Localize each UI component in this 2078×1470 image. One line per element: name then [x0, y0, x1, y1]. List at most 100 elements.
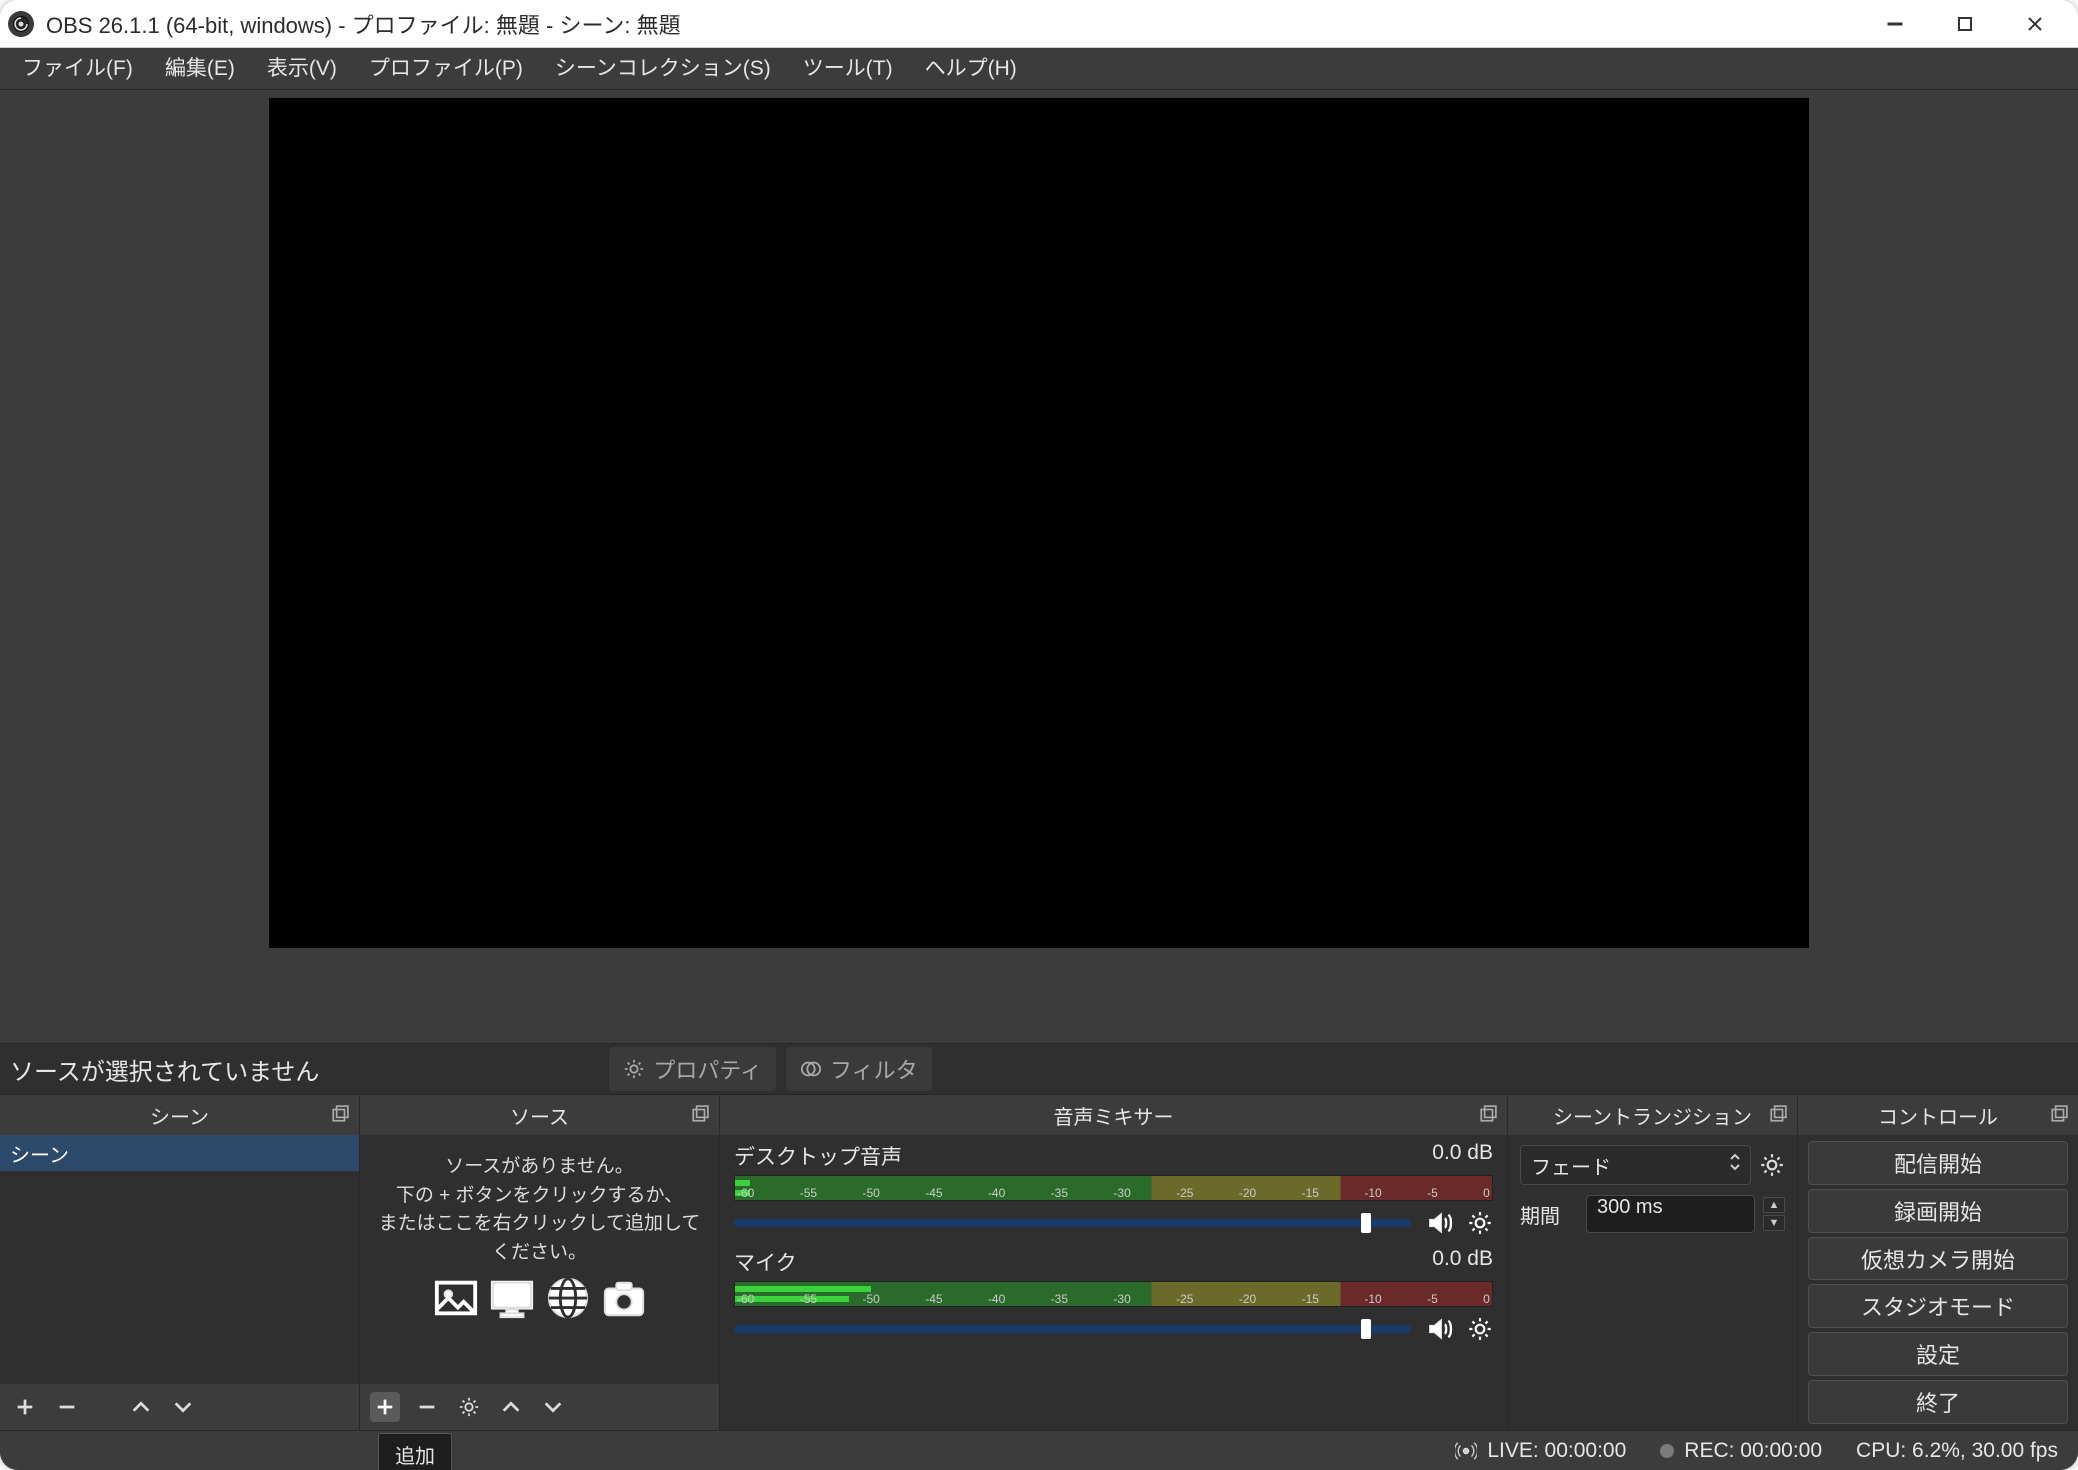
volume-slider[interactable] [734, 1219, 1411, 1227]
meter-tick: -35 [1051, 1292, 1068, 1306]
status-rec: REC: 00:00:00 [1660, 1439, 1822, 1463]
chevron-up-icon[interactable]: ▲ [1763, 1197, 1785, 1213]
meter-tick: -60 [737, 1186, 754, 1200]
add-scene-button[interactable] [10, 1392, 40, 1422]
move-scene-up-button[interactable] [126, 1392, 156, 1422]
meter-tick: -10 [1364, 1186, 1381, 1200]
meter-tick: -5 [1427, 1292, 1438, 1306]
duration-stepper[interactable]: ▲ ▼ [1763, 1197, 1785, 1231]
meter-tick: -25 [1176, 1186, 1193, 1200]
menu-scene-collection[interactable]: シーンコレクション(S) [539, 48, 787, 90]
audio-meter: -60-55-50-45-40-35-30-25-20-15-10-50 [734, 1175, 1493, 1201]
popout-icon[interactable] [1479, 1105, 1497, 1123]
audio-meter: -60-55-50-45-40-35-30-25-20-15-10-50 [734, 1281, 1493, 1307]
slider-thumb[interactable] [1361, 1213, 1371, 1233]
meter-tick: -15 [1302, 1292, 1319, 1306]
popout-icon[interactable] [1769, 1105, 1787, 1123]
source-properties-button[interactable] [454, 1392, 484, 1422]
obs-app-icon [8, 11, 34, 37]
sources-list[interactable]: ソースがありません。 下の + ボタンをクリックするか、 またはここを右クリック… [360, 1135, 719, 1384]
meter-tick: -55 [800, 1186, 817, 1200]
duration-input[interactable]: 300 ms [1586, 1195, 1755, 1233]
scenes-list[interactable]: シーン [0, 1135, 359, 1384]
sources-empty-line: またはここを右クリックして追加してください。 [372, 1210, 707, 1267]
sources-title: ソース [510, 1101, 569, 1130]
properties-button[interactable]: プロパティ [609, 1047, 776, 1091]
exit-button[interactable]: 終了 [1808, 1380, 2068, 1424]
filter-label: フィルタ [830, 1053, 918, 1085]
scenes-footer [0, 1384, 359, 1430]
properties-label: プロパティ [653, 1053, 762, 1085]
meter-tick: -50 [862, 1292, 879, 1306]
meter-tick: 0 [1483, 1292, 1490, 1306]
channel-db: 0.0 dB [1432, 1247, 1493, 1277]
close-button[interactable] [2000, 0, 2070, 48]
menu-profile[interactable]: プロファイル(P) [353, 48, 539, 90]
studio-mode-button[interactable]: スタジオモード [1808, 1284, 2068, 1328]
move-source-up-button[interactable] [496, 1392, 526, 1422]
volume-slider[interactable] [734, 1325, 1411, 1333]
filter-icon [800, 1058, 822, 1080]
add-source-button[interactable] [370, 1392, 400, 1422]
sources-dock: ソース ソースがありません。 下の + ボタンをクリックするか、 またはここを右… [360, 1095, 720, 1430]
mixer-channel-desktop: デスクトップ音声 0.0 dB -60-55-50-45-40-35-30-25… [720, 1135, 1507, 1241]
menu-view[interactable]: 表示(V) [251, 48, 353, 90]
mixer-title: 音声ミキサー [1054, 1101, 1174, 1130]
menu-tools[interactable]: ツール(T) [787, 48, 909, 90]
camera-source-icon [601, 1275, 647, 1321]
meter-tick: -20 [1239, 1292, 1256, 1306]
status-rec-text: REC: 00:00:00 [1684, 1439, 1822, 1463]
transitions-dock: シーントランジション フェード 期間 [1508, 1095, 1798, 1430]
transition-settings-icon[interactable] [1759, 1152, 1785, 1178]
filter-button[interactable]: フィルタ [786, 1047, 932, 1091]
start-recording-button[interactable]: 録画開始 [1808, 1189, 2068, 1233]
popout-icon[interactable] [2050, 1105, 2068, 1123]
transition-selected-label: フェード [1531, 1151, 1611, 1180]
start-streaming-button[interactable]: 配信開始 [1808, 1141, 2068, 1185]
move-source-down-button[interactable] [538, 1392, 568, 1422]
meter-tick: -45 [925, 1186, 942, 1200]
minimize-button[interactable] [1860, 0, 1930, 48]
mixer-header: 音声ミキサー [720, 1095, 1507, 1135]
channel-name: マイク [734, 1247, 797, 1277]
menu-help[interactable]: ヘルプ(H) [909, 48, 1033, 90]
channel-settings-icon[interactable] [1467, 1316, 1493, 1342]
preview-canvas[interactable] [269, 98, 1809, 948]
browser-source-icon [545, 1275, 591, 1321]
settings-button[interactable]: 設定 [1808, 1332, 2068, 1376]
add-tooltip: 追加 [378, 1433, 452, 1470]
maximize-button[interactable] [1930, 0, 2000, 48]
remove-source-button[interactable] [412, 1392, 442, 1422]
titlebar: OBS 26.1.1 (64-bit, windows) - プロファイル: 無… [0, 0, 2078, 48]
sources-empty-line: 下の + ボタンをクリックするか、 [372, 1182, 707, 1211]
speaker-icon[interactable] [1425, 1209, 1453, 1237]
popout-icon[interactable] [331, 1105, 349, 1123]
broadcast-icon [1455, 1440, 1477, 1462]
meter-tick: -30 [1113, 1292, 1130, 1306]
mixer-channel-mic: マイク 0.0 dB -60-55-50-45-40-35-30-25-20-1… [720, 1241, 1507, 1347]
meter-tick: -50 [862, 1186, 879, 1200]
duration-label: 期間 [1520, 1200, 1578, 1229]
window-title: OBS 26.1.1 (64-bit, windows) - プロファイル: 無… [46, 8, 681, 40]
meter-tick: -5 [1427, 1186, 1438, 1200]
channel-settings-icon[interactable] [1467, 1210, 1493, 1236]
display-source-icon [489, 1275, 535, 1321]
popout-icon[interactable] [691, 1105, 709, 1123]
status-live-text: LIVE: 00:00:00 [1487, 1439, 1626, 1463]
meter-tick: -10 [1364, 1292, 1381, 1306]
start-virtualcam-button[interactable]: 仮想カメラ開始 [1808, 1237, 2068, 1281]
mixer-dock: 音声ミキサー デスクトップ音声 0.0 dB -60-55-50-45-40-3… [720, 1095, 1508, 1430]
scenes-dock: シーン シーン [0, 1095, 360, 1430]
record-dot-icon [1660, 1444, 1674, 1458]
menu-file[interactable]: ファイル(F) [6, 48, 149, 90]
scene-item[interactable]: シーン [0, 1135, 359, 1171]
controls-body: 配信開始 録画開始 仮想カメラ開始 スタジオモード 設定 終了 [1798, 1135, 2078, 1430]
move-scene-down-button[interactable] [168, 1392, 198, 1422]
slider-thumb[interactable] [1361, 1319, 1371, 1339]
meter-ticks: -60-55-50-45-40-35-30-25-20-15-10-50 [735, 1176, 1492, 1200]
chevron-down-icon[interactable]: ▼ [1763, 1215, 1785, 1231]
menu-edit[interactable]: 編集(E) [149, 48, 251, 90]
transition-select[interactable]: フェード [1520, 1145, 1751, 1185]
speaker-icon[interactable] [1425, 1315, 1453, 1343]
remove-scene-button[interactable] [52, 1392, 82, 1422]
